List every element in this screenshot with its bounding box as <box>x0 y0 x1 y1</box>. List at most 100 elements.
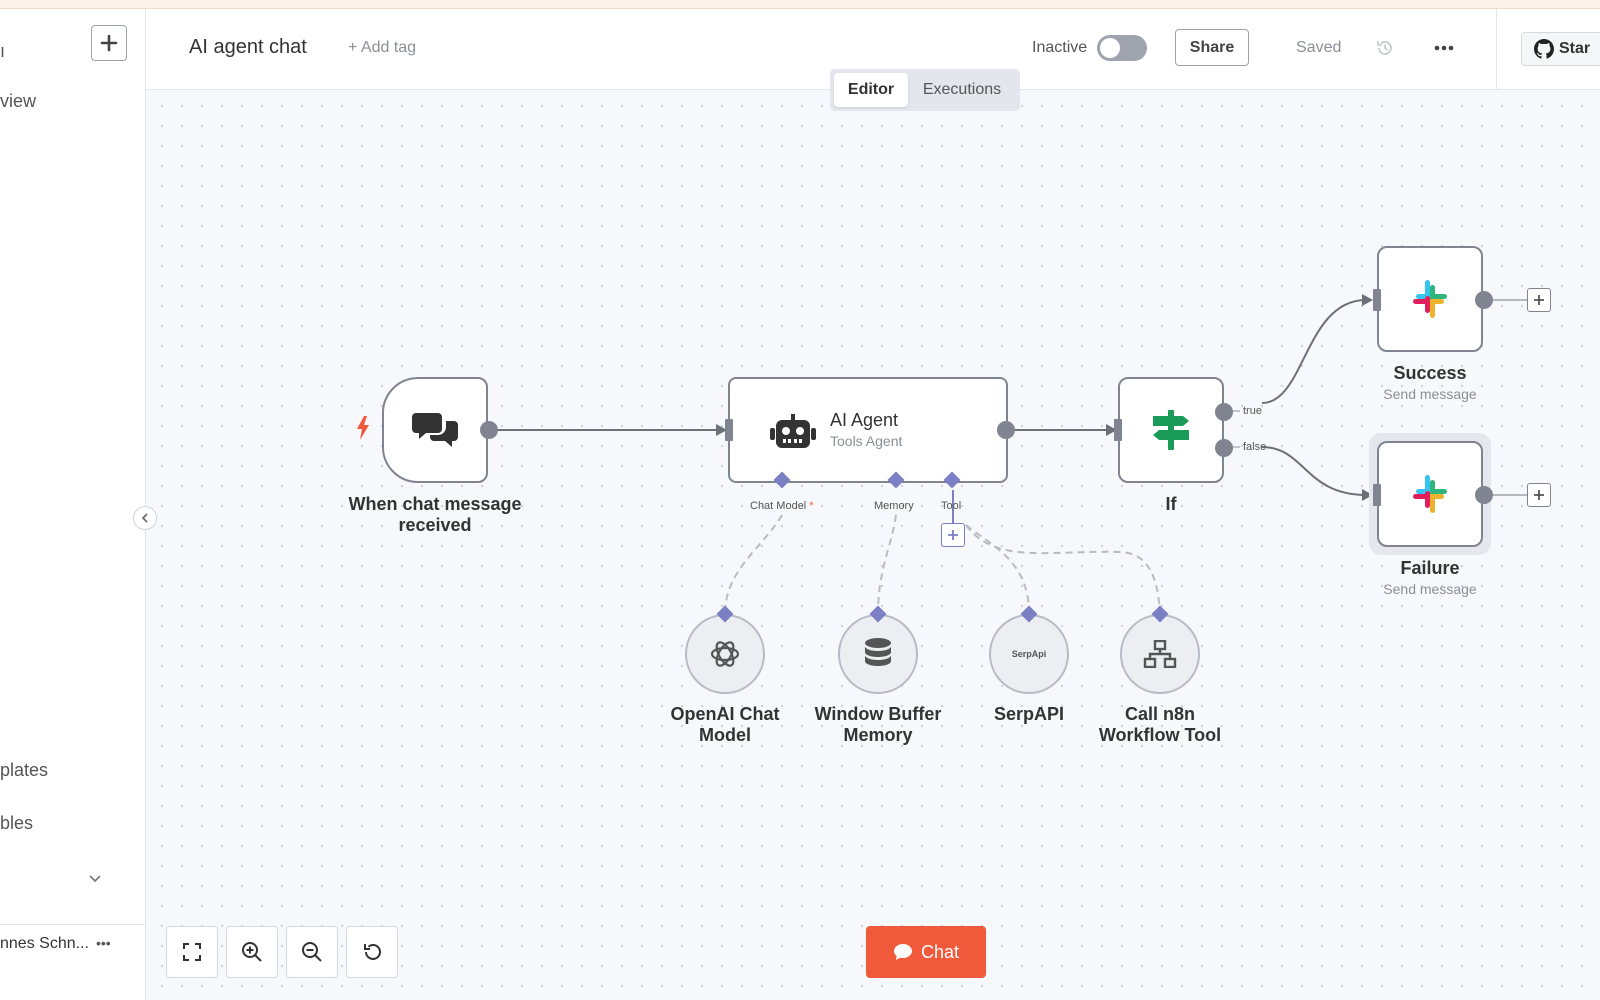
success-input-handle[interactable] <box>1373 289 1381 311</box>
zoom-to-fit-button[interactable] <box>166 926 218 978</box>
chatmodel-port-label: Chat Model * <box>750 500 814 512</box>
if-false-handle[interactable] <box>1215 439 1233 457</box>
openai-label-line2: Model <box>699 725 751 745</box>
plus-icon <box>1534 295 1544 305</box>
user-more-button[interactable]: ••• <box>96 935 111 951</box>
tool-port-label: Tool <box>941 500 962 512</box>
required-mark: * <box>809 500 814 512</box>
success-node-subtitle: Send message <box>1383 386 1477 402</box>
slack-icon <box>1413 280 1447 318</box>
openai-node-label: OpenAI Chat Model <box>640 704 810 746</box>
node-window-buffer-memory[interactable] <box>838 614 918 694</box>
agent-output-handle[interactable] <box>997 421 1015 439</box>
workflow-name[interactable]: AI agent chat <box>189 36 307 59</box>
header-divider <box>1496 9 1497 89</box>
add-tool-button[interactable] <box>941 523 965 547</box>
failure-output-handle[interactable] <box>1475 486 1493 504</box>
n8n-tool-label-line2: Workflow Tool <box>1098 725 1222 745</box>
n8n-tool-node-label: Call n8n Workflow Tool <box>1075 704 1245 746</box>
success-output-handle[interactable] <box>1475 291 1493 309</box>
top-accent-bar <box>0 0 1600 9</box>
if-input-handle[interactable] <box>1114 419 1122 441</box>
openai-icon <box>710 641 740 667</box>
agent-node-title: AI Agent <box>830 410 899 430</box>
sitemap-icon <box>1143 640 1177 668</box>
zoom-out-button[interactable] <box>286 926 338 978</box>
memory-label-line2: Memory <box>843 725 913 745</box>
reset-zoom-button[interactable] <box>346 926 398 978</box>
robot-icon <box>770 414 816 448</box>
agent-node-subtitle: Tools Agent <box>830 433 903 449</box>
signpost-icon <box>1153 410 1189 450</box>
memory-label-line1: Window Buffer <box>814 704 942 724</box>
agent-input-handle[interactable] <box>725 419 733 441</box>
share-button[interactable]: Share <box>1175 29 1249 66</box>
node-failure[interactable] <box>1377 441 1483 547</box>
collapse-sidebar-button[interactable] <box>133 506 157 530</box>
slack-icon <box>1413 475 1447 513</box>
fit-view-icon <box>183 943 201 961</box>
node-success[interactable] <box>1377 246 1483 352</box>
node-if[interactable] <box>1118 377 1224 483</box>
zoom-out-icon <box>302 942 322 962</box>
sidebar-item-variables[interactable]: bles <box>0 813 33 834</box>
plus-icon <box>948 530 958 540</box>
n8n-tool-label-line1: Call n8n <box>1124 704 1195 724</box>
memory-node-label: Window Buffer Memory <box>793 704 963 746</box>
activation-status-label: Inactive <box>1032 39 1088 56</box>
node-serpapi[interactable]: SerpApi <box>989 614 1069 694</box>
editor-tabs: Editor Executions <box>830 69 1020 111</box>
openai-label-line1: OpenAI Chat <box>670 704 780 724</box>
open-chat-button[interactable]: Chat <box>866 926 986 978</box>
trigger-node-label: When chat message received <box>330 494 540 536</box>
plus-icon <box>1534 490 1544 500</box>
failure-add-node-button[interactable] <box>1527 483 1551 507</box>
saved-status: Saved <box>1296 39 1342 56</box>
sidebar-item-overview[interactable]: view <box>0 91 36 112</box>
failure-node-label: Failure <box>1400 558 1460 578</box>
chat-icon <box>893 944 912 960</box>
chevron-left-icon <box>141 513 148 523</box>
database-icon <box>865 638 891 666</box>
failure-input-handle[interactable] <box>1373 484 1381 506</box>
add-tag-link[interactable]: + Add tag <box>348 39 416 57</box>
star-label: Star <box>1559 40 1591 57</box>
chat-button-label: Chat <box>920 941 960 962</box>
tab-executions[interactable]: Executions <box>908 73 1016 107</box>
history-icon[interactable] <box>1374 37 1396 59</box>
sidebar: ı view plates bles nnes Schn... ••• <box>0 9 146 1000</box>
zoom-in-button[interactable] <box>226 926 278 978</box>
chatmodel-port-text: Chat Model <box>750 500 807 512</box>
trigger-label-line2: received <box>398 515 472 535</box>
plus-icon <box>100 34 118 52</box>
failure-node-subtitle: Send message <box>1383 581 1477 597</box>
success-add-node-button[interactable] <box>1527 288 1551 312</box>
if-true-label: true <box>1243 405 1262 417</box>
if-true-handle[interactable] <box>1215 403 1233 421</box>
success-node-label: Success <box>1393 363 1467 383</box>
trigger-label-line1: When chat message <box>348 494 522 514</box>
add-workflow-button[interactable] <box>91 25 127 61</box>
sidebar-divider <box>0 924 145 925</box>
github-star-button[interactable]: Star <box>1521 32 1600 66</box>
more-icon[interactable] <box>1430 37 1458 59</box>
toggle-knob <box>1100 38 1120 58</box>
lightning-icon <box>355 415 371 446</box>
node-openai-chat-model[interactable] <box>685 614 765 694</box>
github-icon <box>1534 39 1554 59</box>
trigger-output-handle[interactable] <box>480 421 498 439</box>
tab-editor[interactable]: Editor <box>834 73 908 107</box>
user-name: nnes Schn... <box>0 935 89 952</box>
node-call-n8n-workflow-tool[interactable] <box>1120 614 1200 694</box>
node-chat-trigger[interactable] <box>382 377 488 483</box>
serpapi-icon: SerpApi <box>1011 649 1047 659</box>
if-node-label: If <box>1165 494 1177 514</box>
sidebar-item-templates[interactable]: plates <box>0 760 48 781</box>
activate-toggle[interactable] <box>1097 35 1147 61</box>
chevron-down-icon[interactable] <box>88 871 102 889</box>
memory-port-label: Memory <box>874 500 914 512</box>
reset-zoom-icon <box>364 943 381 960</box>
chat-bubbles-icon <box>412 413 458 447</box>
sidebar-partial-glyph: ı <box>0 41 6 61</box>
if-false-label: false <box>1243 441 1267 453</box>
